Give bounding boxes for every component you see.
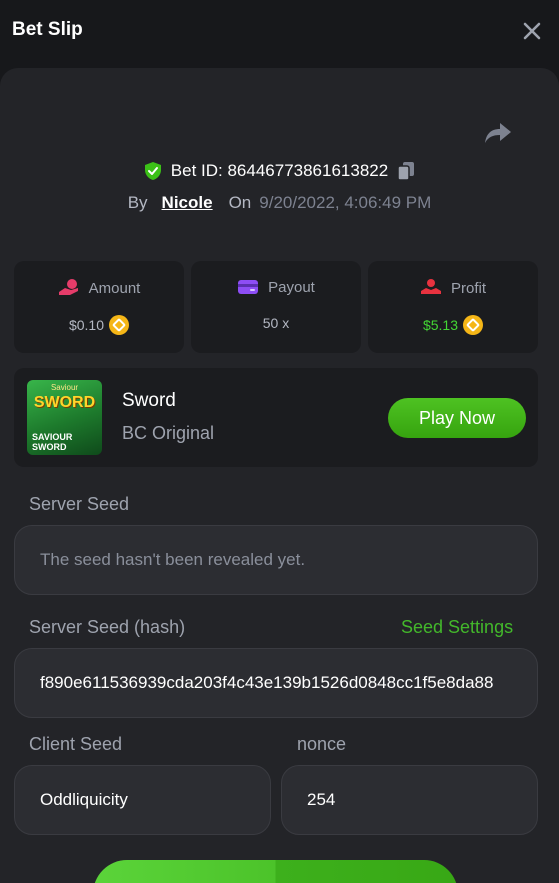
hand-coin-icon: [58, 279, 78, 295]
page-title: Bet Slip: [12, 19, 83, 40]
server-seed-hash-label: Server Seed (hash): [29, 617, 186, 637]
bet-id-text: Bet ID: 86446773861613822: [170, 161, 389, 180]
client-seed-value: Oddliquicity: [40, 790, 128, 809]
copy-icon[interactable]: [396, 160, 416, 182]
nonce-field[interactable]: 254: [281, 765, 538, 835]
coin-icon: [109, 315, 130, 335]
play-now-button[interactable]: Play Now: [388, 398, 526, 438]
seed-settings-link[interactable]: Seed Settings: [401, 617, 513, 638]
game-provider: BC Original: [122, 423, 215, 443]
game-thumbnail-sub: SAVIOUR SWORD: [32, 432, 73, 452]
server-seed-hash-value: f890e611536939cda203f4c43e139b1526d0848c…: [40, 673, 494, 692]
profit-card: Profit $5.13: [368, 261, 538, 353]
close-icon[interactable]: [519, 18, 545, 44]
shield-check-icon: [144, 162, 161, 180]
game-thumbnail-title: SWORD: [33, 394, 96, 411]
nonce-value: 254: [307, 790, 336, 809]
profit-value: $5.13: [422, 317, 459, 333]
by-label: By: [127, 193, 148, 212]
server-seed-field[interactable]: The seed hasn't been revealed yet.: [14, 525, 538, 595]
user-link[interactable]: Nicole: [162, 193, 213, 213]
payout-card: Payout 50 x: [191, 261, 361, 353]
share-icon[interactable]: [483, 120, 513, 146]
payout-value: 50 x: [262, 315, 290, 331]
amount-card: Amount $0.10: [14, 261, 184, 353]
profit-label: Profit: [450, 279, 486, 297]
server-seed-hash-field[interactable]: f890e611536939cda203f4c43e139b1526d0848c…: [14, 648, 538, 718]
hand-heart-icon: [420, 279, 441, 294]
amount-value: $0.10: [68, 317, 105, 333]
game-thumbnail[interactable]: Saviour SWORD SAVIOUR SWORD: [27, 380, 102, 455]
bet-owner-row: By Nicole On 9/20/2022, 4:06:49 PM: [0, 191, 559, 215]
bet-date: 9/20/2022, 4:06:49 PM: [259, 193, 432, 212]
client-seed-label: Client Seed: [29, 734, 123, 754]
game-card: Saviour SWORD SAVIOUR SWORD Sword BC Ori…: [14, 368, 538, 467]
nonce-label: nonce: [297, 734, 347, 754]
wallet-icon: [238, 280, 259, 294]
verify-button[interactable]: [93, 860, 458, 883]
header: Bet Slip: [0, 0, 559, 62]
bet-id-row: Bet ID: 86446773861613822: [0, 158, 559, 184]
game-name: Sword: [122, 390, 176, 411]
on-label: On: [228, 193, 252, 212]
server-seed-placeholder: The seed hasn't been revealed yet.: [40, 550, 306, 569]
server-seed-label: Server Seed: [29, 494, 130, 514]
coin-icon: [463, 315, 484, 335]
payout-label: Payout: [268, 278, 315, 296]
game-thumbnail-sup: Saviour: [50, 383, 79, 392]
amount-label: Amount: [88, 279, 141, 297]
client-seed-field[interactable]: Oddliquicity: [14, 765, 271, 835]
